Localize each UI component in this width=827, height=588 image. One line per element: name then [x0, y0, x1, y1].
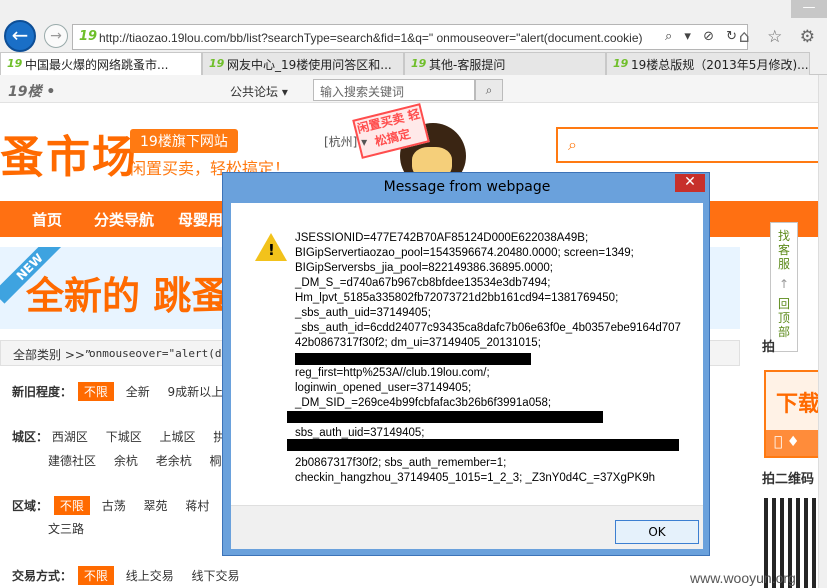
platform-icons:  ♦ [766, 430, 825, 456]
filter-label: 交易方式： [12, 569, 73, 583]
promo-text: 全新的 跳蚤 [26, 274, 230, 318]
message-line: reg_first=http%253A//club.19lou.com/; [295, 367, 490, 379]
home-favorites-settings-icons[interactable]: ⌂ ☆ ⚙ [739, 27, 821, 47]
public-forum-link[interactable]: 公共论坛 ▾ [230, 83, 288, 100]
filter-option[interactable]: 上城区 [160, 428, 196, 445]
tab-2[interactable]: 19 网友中心_19楼使用问答区和... [202, 52, 404, 75]
search-icon[interactable]: ⌕ [475, 79, 503, 101]
site-top-strip: 19楼 • 公共论坛 ▾ 输入搜索关键词 ⌕ [0, 75, 827, 103]
filter-label: 新旧程度： [12, 385, 73, 399]
filter-option[interactable]: 老余杭 [156, 452, 192, 469]
filter-option[interactable]: 线上交易 [126, 567, 174, 584]
tab-1[interactable]: 19 中国最火爆的网络跳蚤市... [0, 52, 202, 75]
filter-option[interactable]: 线下交易 [192, 567, 240, 584]
city-selector[interactable]: [杭州] ▾ [324, 133, 367, 150]
nav-baby[interactable]: 母婴用 [178, 209, 223, 230]
redaction-bar [295, 353, 531, 365]
filter-option[interactable]: 西湖区 [52, 428, 88, 445]
tab-label: 其他-客服提问 [429, 58, 506, 72]
filter-trade: 交易方式： 不限 线上交易 线下交易 [12, 566, 254, 585]
tab-4[interactable]: 19 19楼总版规（2013年5月修改)... [606, 52, 810, 75]
redaction-bar [287, 439, 679, 451]
banner-badge: 19楼旗下网站 [130, 129, 238, 153]
nav-home[interactable]: 首页 [32, 209, 62, 230]
forward-button[interactable]: → [44, 24, 68, 48]
filter-option[interactable]: 翠苑 [144, 497, 168, 514]
filter-label: 区域： [12, 499, 49, 513]
banner-title: 蚤市场 [0, 132, 138, 183]
message-line: BIGipServertiaozao_pool=1543596674.20480… [295, 247, 634, 259]
tab-favicon-icon: 19 [209, 57, 225, 70]
filter-option[interactable]: 桐 [210, 452, 222, 469]
filter-option[interactable]: 余杭 [114, 452, 138, 469]
dialog-footer: OK [231, 505, 703, 549]
site-favicon-icon: 19 [79, 29, 98, 44]
filter-district: 城区： 西湖区 下城区 上城区 拱 [12, 428, 239, 445]
message-line: Hm_lpvt_5185a335802fb72073721d2bb161cd94… [295, 292, 619, 304]
site-logo[interactable]: 19楼 • [8, 81, 55, 101]
ok-button[interactable]: OK [615, 520, 699, 544]
message-line: JSESSIONID=477E742B70AF85124D000E622038A… [295, 232, 589, 244]
back-top-label[interactable]: 回顶部 [777, 297, 791, 339]
filter-selected[interactable]: 不限 [53, 496, 90, 515]
address-bar[interactable]: 19 http://tiaozao.19lou.com/bb/list?sear… [72, 24, 748, 50]
filter-condition: 新旧程度： 不限 全新 9成新以上 [12, 382, 237, 401]
url-text[interactable]: http://tiaozao.19lou.com/bb/list?searchT… [99, 31, 669, 45]
divider-arrow: ↑ [778, 277, 790, 291]
message-line: 2b0867317f30f2; sbs_auth_remember=1; [295, 457, 507, 469]
alert-dialog: Message from webpage ✕ ! JSESSIONID=477E… [222, 172, 710, 556]
browser-toolbar: — ← → 19 http://tiaozao.19lou.com/bb/lis… [0, 0, 827, 52]
message-line: 42b0867317f30f2; dm_ui=37149405_20131015… [295, 337, 541, 349]
message-line: _DM_S_=d740a67b967cb8bfdee13534e3db7494; [295, 277, 551, 289]
filter-option[interactable]: 古荡 [102, 497, 126, 514]
customer-service-float[interactable]: 找客服 ↑ 回顶部 [770, 222, 798, 352]
filter-option[interactable]: 9成新以上 [168, 383, 224, 400]
watermark: www.wooyun.org [690, 570, 796, 586]
close-button[interactable]: ✕ [675, 174, 705, 192]
filter-option[interactable]: 全新 [126, 383, 150, 400]
filter-selected[interactable]: 不限 [77, 382, 114, 401]
filter-option[interactable]: 蒋村 [185, 497, 209, 514]
search-icon: ⌕ [568, 135, 577, 154]
message-line: checkin_hangzhou_37149405_1015=1_2_3; _Z… [295, 472, 656, 484]
message-line: loginwin_opened_user=37149405; [295, 382, 472, 394]
redaction-bar [287, 411, 603, 423]
back-button[interactable]: ← [4, 20, 36, 52]
find-service-label[interactable]: 找客服 [777, 229, 791, 271]
filter-option[interactable]: 下城区 [106, 428, 142, 445]
tab-label: 网友中心_19楼使用问答区和... [227, 58, 392, 72]
main-search-input[interactable]: ⌕ [556, 127, 827, 163]
dialog-title: Message from webpage [383, 179, 551, 195]
breadcrumb-injected-text: onmouseover="alert(doc [89, 347, 235, 360]
tab-label: 19楼总版规（2013年5月修改)... [631, 58, 809, 72]
download-label: 下载 [776, 392, 821, 417]
keyword-search-input[interactable]: 输入搜索关键词 [313, 79, 475, 101]
filter-district-row2: 建德社区 余杭 老余杭 桐 [48, 452, 236, 469]
qr-caption: 拍二维码 [762, 472, 815, 487]
message-line: _sbs_auth_uid=37149405; [295, 307, 431, 319]
filter-label: 城区： [12, 430, 49, 444]
tab-favicon-icon: 19 [411, 57, 427, 70]
filter-option[interactable]: 文三路 [48, 520, 84, 537]
nav-categories[interactable]: 分类导航 [94, 209, 154, 230]
filter-area: 区域： 不限 古荡 翠苑 蒋村 [12, 496, 223, 515]
message-line: BIGipServersbs_jia_pool=822149386.36895.… [295, 262, 553, 274]
tab-favicon-icon: 19 [613, 57, 629, 70]
dialog-body: ! JSESSIONID=477E742B70AF85124D000E62203… [231, 203, 703, 549]
message-line: _DM_SID_=269ce4b99fcbfafac3b26b6f3991a05… [295, 397, 552, 409]
page-scrollbar[interactable] [818, 75, 827, 588]
message-line: _sbs_auth_id=6cdd24077c93435ca8dafc7b06e… [295, 322, 681, 334]
sidebar-text: 拍 [762, 340, 776, 355]
filter-option[interactable]: 建德社区 [48, 452, 96, 469]
tab-bar: 19 中国最火爆的网络跳蚤市... 19 网友中心_19楼使用问答区和... 19 其… [0, 52, 827, 75]
filter-area-row2: 文三路 [48, 520, 98, 537]
breadcrumb-all[interactable]: 全部类别 >>” [13, 346, 91, 363]
tab-3[interactable]: 19 其他-客服提问 [404, 52, 606, 75]
minimize-button[interactable]: — [791, 0, 827, 18]
filter-selected[interactable]: 不限 [77, 566, 114, 585]
tab-label: 中国最火爆的网络跳蚤市... [25, 58, 169, 72]
address-bar-icons[interactable]: ⌕ ▾ ⊘ ↻ [665, 29, 741, 44]
warning-mark: ! [268, 241, 275, 259]
tab-favicon-icon: 19 [7, 57, 23, 70]
